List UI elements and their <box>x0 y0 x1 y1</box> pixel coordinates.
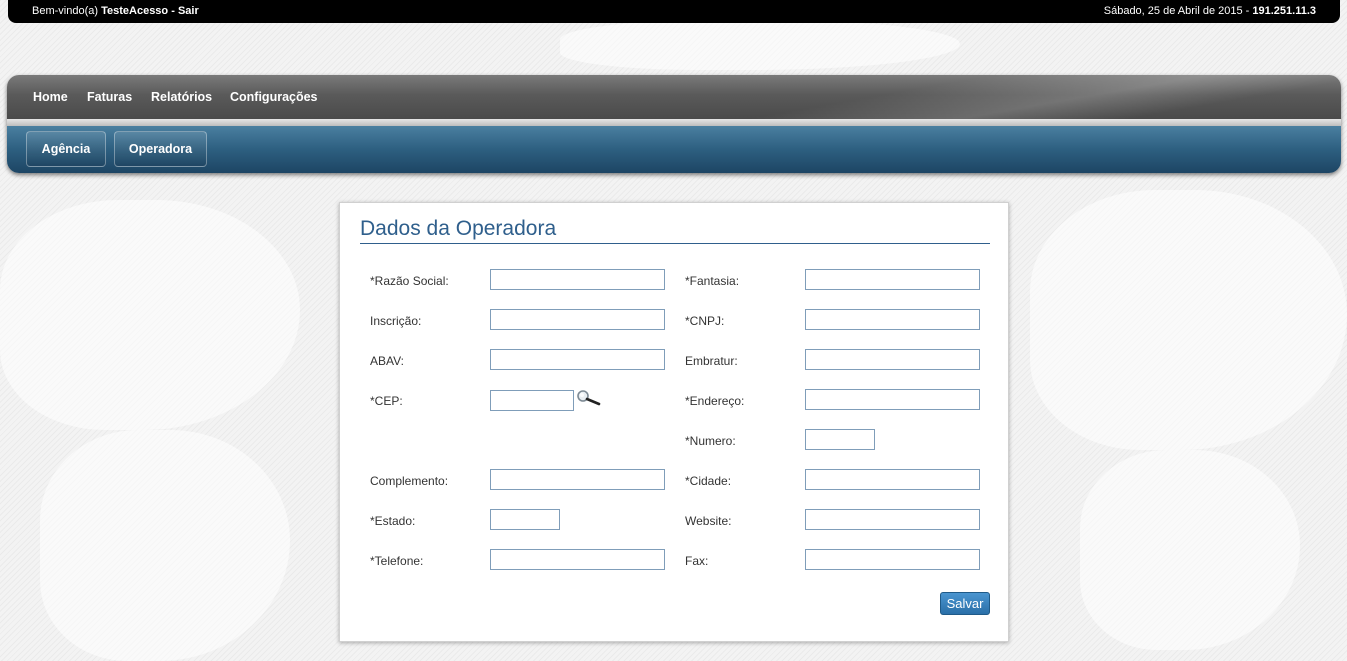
background-map <box>40 430 290 661</box>
background-map <box>560 20 960 70</box>
label-cnpj: *CNPJ: <box>685 314 725 328</box>
label-inscricao: Inscrição: <box>370 314 422 328</box>
cidade-input[interactable] <box>805 469 980 490</box>
menu-item-home[interactable]: Home <box>33 75 68 119</box>
menu-divider <box>7 119 1341 126</box>
abav-input[interactable] <box>490 349 665 370</box>
label-abav: ABAV: <box>370 354 405 368</box>
label-estado: *Estado: <box>370 514 416 528</box>
label-complemento: Complemento: <box>370 474 449 488</box>
endereco-input[interactable] <box>805 389 980 410</box>
telefone-input[interactable] <box>490 549 665 570</box>
background-map <box>1030 190 1347 450</box>
magnifier-icon[interactable] <box>576 389 602 407</box>
numero-input[interactable] <box>805 429 875 450</box>
logout-link[interactable]: Sair <box>178 5 199 17</box>
menu-item-faturas[interactable]: Faturas <box>87 75 132 119</box>
ip-address: 191.251.11.3 <box>1252 5 1316 17</box>
navigation: Home Faturas Relatórios Configurações Ag… <box>7 75 1341 173</box>
date-text: Sábado, 25 de Abril de 2015 - <box>1103 5 1250 17</box>
date-area: Sábado, 25 de Abril de 2015 - 191.251.11… <box>1104 0 1316 23</box>
top-bar: Bem-vindo(a) TesteAcesso - Sair Sábado, … <box>8 0 1340 23</box>
menu-item-relatorios[interactable]: Relatórios <box>151 75 212 119</box>
sub-menu: Agência Operadora <box>7 126 1341 173</box>
fax-input[interactable] <box>805 549 980 570</box>
welcome-text: Bem-vindo(a) <box>32 5 99 17</box>
embratur-input[interactable] <box>805 349 980 370</box>
label-website: Website: <box>685 514 732 528</box>
label-cep: *CEP: <box>370 394 403 408</box>
inscricao-input[interactable] <box>490 309 665 330</box>
label-razao-social: *Razão Social: <box>370 274 449 288</box>
cnpj-input[interactable] <box>805 309 980 330</box>
label-fax: Fax: <box>685 554 709 568</box>
label-embratur: Embratur: <box>685 354 738 368</box>
submenu-item-operadora[interactable]: Operadora <box>114 131 207 167</box>
main-menu: Home Faturas Relatórios Configurações <box>7 75 1341 119</box>
separator: - <box>171 5 175 17</box>
cep-input[interactable] <box>490 390 574 411</box>
welcome-area: Bem-vindo(a) TesteAcesso - Sair <box>32 0 199 23</box>
estado-input[interactable] <box>490 509 560 530</box>
form-title: Dados da Operadora <box>360 217 990 244</box>
label-numero: *Numero: <box>685 434 736 448</box>
operator-form-panel: Dados da Operadora *Razão Social: *Fanta… <box>339 202 1009 642</box>
website-input[interactable] <box>805 509 980 530</box>
username: TesteAcesso <box>101 5 169 17</box>
label-endereco: *Endereço: <box>685 394 745 408</box>
label-telefone: *Telefone: <box>370 554 424 568</box>
fantasia-input[interactable] <box>805 269 980 290</box>
complemento-input[interactable] <box>490 469 665 490</box>
razao-social-input[interactable] <box>490 269 665 290</box>
label-fantasia: *Fantasia: <box>685 274 740 288</box>
submenu-item-agencia[interactable]: Agência <box>26 131 106 167</box>
label-cidade: *Cidade: <box>685 474 732 488</box>
save-button[interactable]: Salvar <box>940 592 990 615</box>
background-map <box>0 200 300 430</box>
menu-item-configuracoes[interactable]: Configurações <box>230 75 318 119</box>
background-map <box>1080 450 1300 650</box>
